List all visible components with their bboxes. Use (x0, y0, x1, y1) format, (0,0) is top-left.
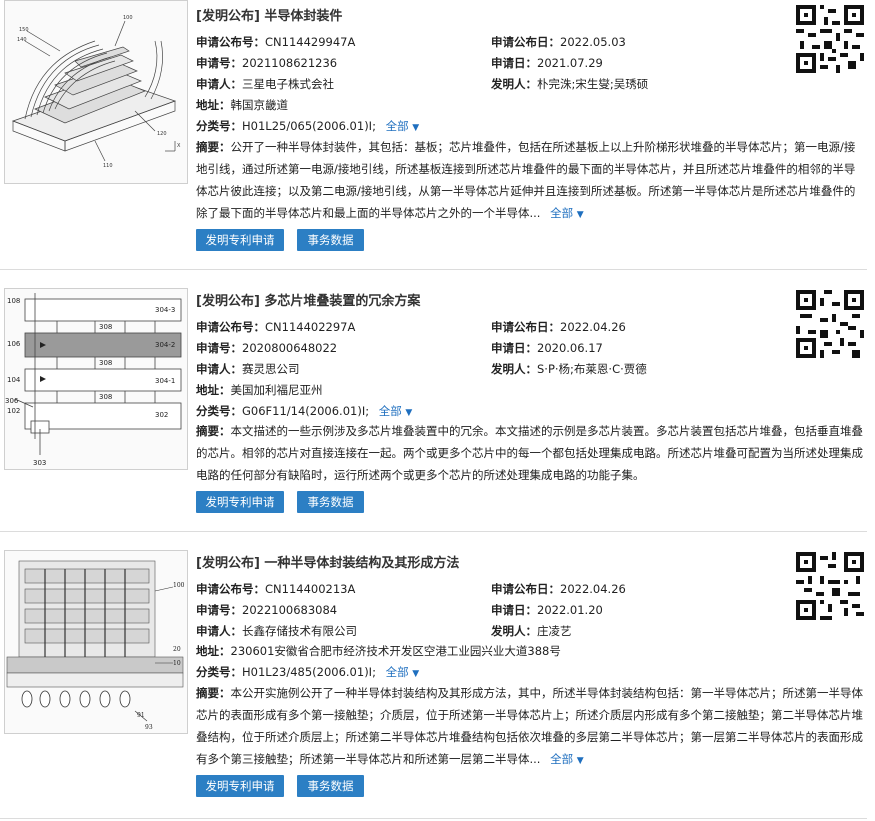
abstract: 摘要：本文描述的一些示例涉及多芯片堆叠装置中的冗余。本文描述的示例是多芯片装置。… (196, 424, 863, 482)
chevron-down-icon: ▼ (576, 210, 584, 220)
app-number: 申请号：2021108621236 (196, 56, 338, 70)
svg-text:10: 10 (173, 660, 181, 667)
patent-record: 108 106 104 102 306 304-3 304-2 304-1 302 308… (0, 270, 867, 532)
app-number: 申请号：2022100683084 (196, 603, 338, 617)
qr-code (796, 552, 864, 620)
qr-code (796, 290, 864, 358)
svg-text:308: 308 (99, 359, 112, 367)
chevron-down-icon: ▼ (576, 756, 584, 766)
patent-drawing-thumbnail[interactable]: 100 20 10 93 91 (4, 550, 188, 734)
affairs-data-button[interactable]: 事务数据 (297, 775, 364, 797)
semiconductor-package-drawing: 140 150 100 120 110 X (11, 15, 181, 169)
svg-text:150: 150 (19, 27, 29, 33)
patent-title[interactable]: [发明公布] 半导体封装件 (196, 5, 342, 24)
svg-text:20: 20 (173, 646, 181, 653)
qr-code-icon (796, 5, 864, 73)
svg-text:110: 110 (103, 163, 113, 169)
patent-drawing-thumbnail[interactable]: 140 150 100 120 110 X (4, 0, 188, 184)
classification: 分类号：H01L25/065(2006.01)I; 全部 ▼ (196, 119, 420, 133)
svg-text:100: 100 (173, 582, 185, 589)
abstract: 摘要：本公开实施例公开了一种半导体封装结构及其形成方法，其中，所述半导体封装结构… (196, 686, 863, 766)
svg-text:308: 308 (99, 393, 112, 401)
classification: 分类号：H01L23/485(2006.01)I; 全部 ▼ (196, 665, 420, 679)
pub-date: 申请公布日：2022.05.03 (491, 35, 626, 49)
chevron-down-icon: ▼ (412, 123, 420, 133)
expand-classification-link[interactable]: 全部 ▼ (386, 119, 420, 133)
address: 地址：230601安徽省合肥市经济技术开发区空港工业园兴业大道388号 (196, 644, 561, 658)
expand-abstract-link[interactable]: 全部 ▼ (550, 752, 584, 766)
pub-number: 申请公布号：CN114400213A (196, 582, 356, 596)
record-divider (0, 818, 867, 819)
app-date: 申请日：2021.07.29 (491, 56, 603, 70)
svg-text:102: 102 (7, 407, 20, 415)
svg-text:140: 140 (17, 37, 27, 43)
svg-text:303: 303 (33, 459, 46, 467)
svg-text:304-3: 304-3 (155, 306, 175, 314)
inventor: 发明人：S·P·杨;布莱恩·C·贾德 (491, 362, 647, 376)
svg-text:308: 308 (99, 323, 112, 331)
applicant: 申请人：三星电子株式会社 (196, 77, 334, 91)
pub-number: 申请公布号：CN114402297A (196, 320, 356, 334)
svg-text:302: 302 (155, 411, 168, 419)
chevron-down-icon: ▼ (412, 669, 420, 679)
patent-title[interactable]: [发明公布] 多芯片堆叠装置的冗余方案 (196, 290, 420, 309)
patent-application-button[interactable]: 发明专利申请 (196, 229, 284, 251)
svg-text:104: 104 (7, 376, 21, 384)
address: 地址：美国加利福尼亚州 (196, 383, 323, 397)
app-number: 申请号：2020800648022 (196, 341, 338, 355)
expand-classification-link[interactable]: 全部 ▼ (386, 665, 420, 679)
chevron-down-icon: ▼ (405, 408, 413, 418)
svg-text:100: 100 (123, 15, 133, 21)
patent-title[interactable]: [发明公布] 一种半导体封装结构及其形成方法 (196, 552, 459, 571)
svg-text:93: 93 (145, 724, 153, 731)
affairs-data-button[interactable]: 事务数据 (297, 229, 364, 251)
svg-text:120: 120 (157, 131, 167, 137)
app-date: 申请日：2020.06.17 (491, 341, 603, 355)
svg-text:91: 91 (137, 712, 145, 719)
svg-text:304-1: 304-1 (155, 377, 175, 385)
patent-record: 140 150 100 120 110 X [发明公布] 半导体封装件 申请公布… (0, 0, 867, 270)
svg-text:306: 306 (5, 397, 19, 405)
pub-date: 申请公布日：2022.04.26 (491, 582, 626, 596)
pub-date: 申请公布日：2022.04.26 (491, 320, 626, 334)
patent-drawing-thumbnail[interactable]: 108 106 104 102 306 304-3 304-2 304-1 302 308… (4, 288, 188, 470)
svg-text:X: X (177, 143, 181, 149)
multi-chip-stack-drawing: 108 106 104 102 306 304-3 304-2 304-1 302 308… (5, 293, 182, 467)
svg-text:106: 106 (7, 340, 21, 348)
address: 地址：韩国京畿道 (196, 98, 288, 112)
qr-code (796, 5, 864, 73)
package-structure-drawing: 100 20 10 9391 (6, 560, 185, 731)
inventor: 发明人：朴完洙;宋生燮;吴琇硕 (491, 77, 649, 91)
pub-number: 申请公布号：CN114429947A (196, 35, 356, 49)
abstract: 摘要：公开了一种半导体封装件，其包括：基板；芯片堆叠件，包括在所述基板上以上升阶… (196, 140, 856, 220)
affairs-data-button[interactable]: 事务数据 (297, 491, 364, 513)
qr-code-icon (796, 552, 864, 620)
expand-classification-link[interactable]: 全部 ▼ (379, 404, 413, 418)
inventor: 发明人：庄凌艺 (491, 624, 572, 638)
svg-text:108: 108 (7, 297, 20, 305)
applicant: 申请人：赛灵思公司 (196, 362, 300, 376)
patent-record: 100 20 10 93 91 [发明公布] 一种半导体封装结构及其形成方法 申请 (0, 532, 867, 821)
patent-application-button[interactable]: 发明专利申请 (196, 491, 284, 513)
patent-application-button[interactable]: 发明专利申请 (196, 775, 284, 797)
svg-text:304-2: 304-2 (155, 341, 175, 349)
app-date: 申请日：2022.01.20 (491, 603, 603, 617)
applicant: 申请人：长鑫存储技术有限公司 (196, 624, 357, 638)
expand-abstract-link[interactable]: 全部 ▼ (550, 206, 584, 220)
classification: 分类号：G06F11/14(2006.01)I; 全部 ▼ (196, 404, 413, 418)
qr-code-icon (796, 290, 864, 358)
